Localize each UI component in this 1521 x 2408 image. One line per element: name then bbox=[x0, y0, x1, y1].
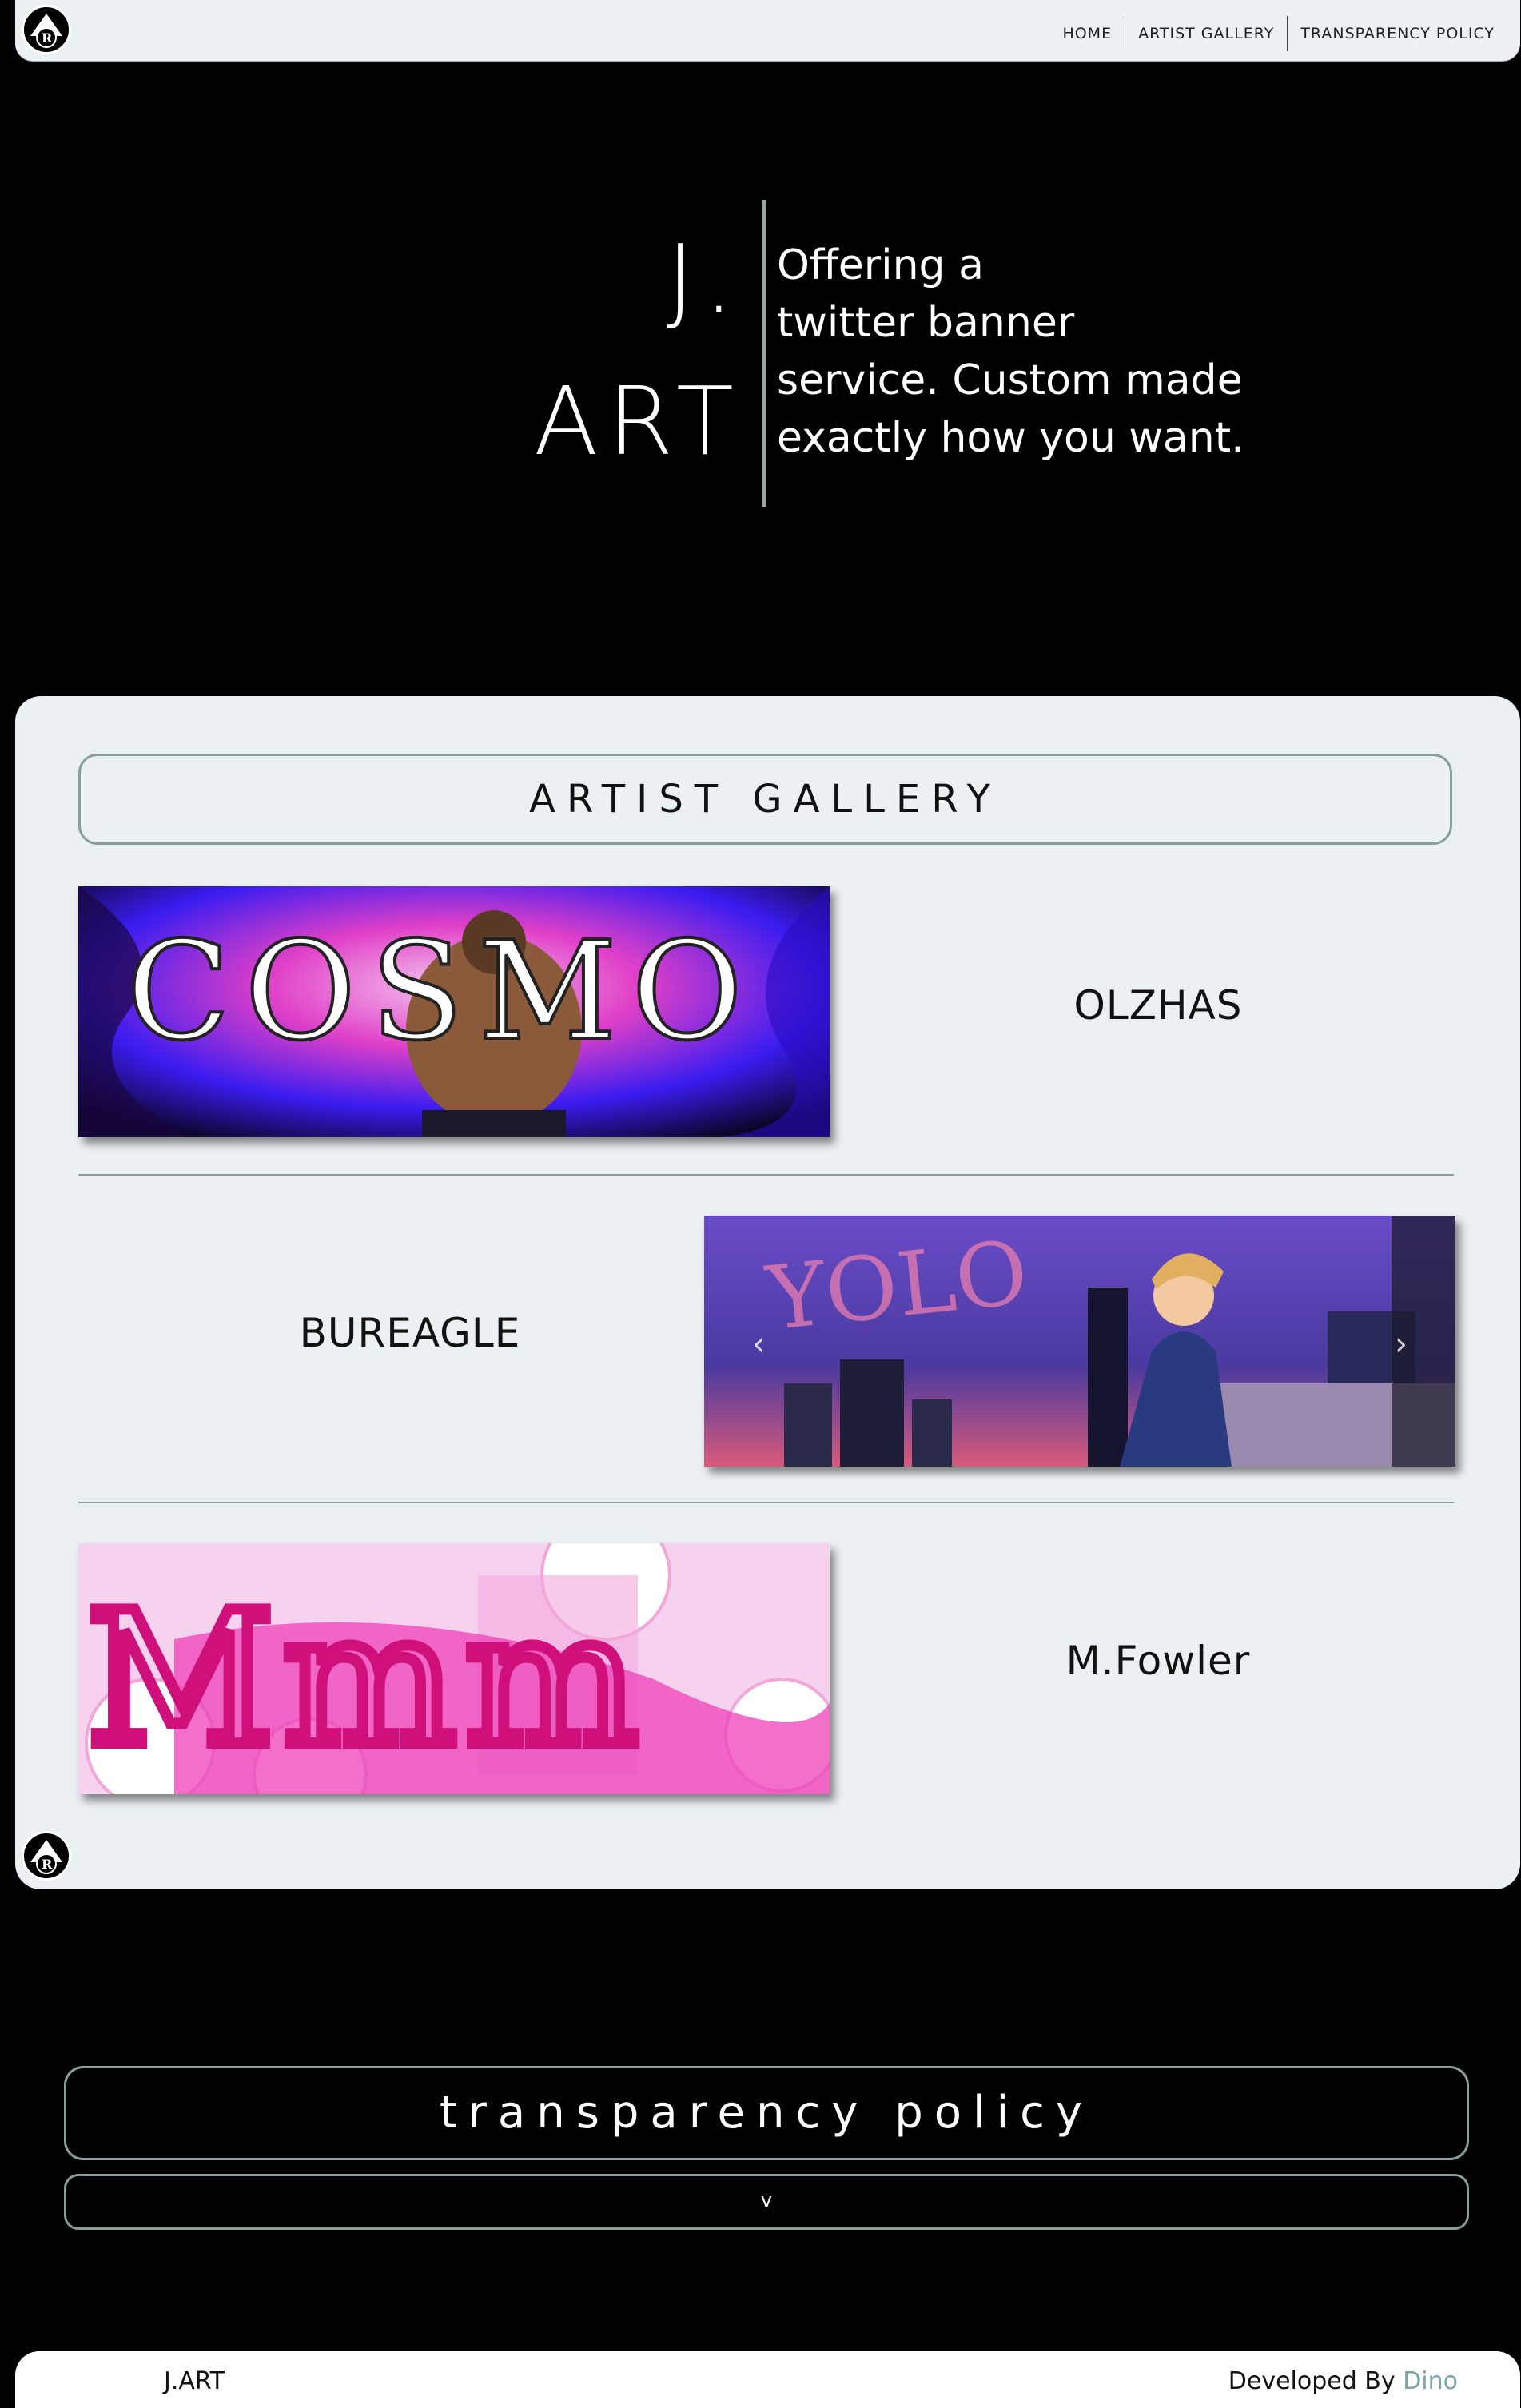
banner-carousel-yolo[interactable]: YOLO ‹ › bbox=[704, 1216, 1455, 1467]
artist-name-bureagle: BUREAGLE bbox=[299, 1310, 521, 1356]
row-divider bbox=[78, 1502, 1454, 1503]
footer-brand[interactable]: J.ART bbox=[164, 2367, 225, 2395]
artist-name-olzhas: OLZHAS bbox=[1073, 982, 1243, 1029]
hero-title: J. ART bbox=[464, 208, 743, 492]
artist-gallery-section: ARTIST GALLERY COSMO OLZHAS BUREAGLE YOL… bbox=[15, 696, 1520, 1889]
footer-credit-label: Developed By bbox=[1228, 2367, 1404, 2395]
banner-text: COSMO bbox=[126, 913, 757, 1071]
hero-title-line1: J. bbox=[666, 224, 743, 334]
jr-logo-icon[interactable]: R bbox=[22, 5, 71, 54]
svg-text:R: R bbox=[42, 30, 53, 46]
hero-tagline: Offering a twitter banner service. Custo… bbox=[777, 237, 1272, 467]
nav-link-home[interactable]: HOME bbox=[1049, 25, 1125, 42]
tagline-line: twitter banner bbox=[777, 299, 1075, 347]
carousel-next-icon[interactable]: › bbox=[1395, 1326, 1408, 1363]
hero-divider bbox=[762, 200, 766, 507]
tagline-line: service. Custom made bbox=[777, 356, 1243, 404]
row-divider bbox=[78, 1174, 1454, 1176]
jr-logo-icon[interactable]: R bbox=[22, 1831, 71, 1881]
artist-name-m-fowler: M.Fowler bbox=[1065, 1638, 1251, 1684]
hero-title-line2: ART bbox=[533, 366, 743, 476]
navbar: R HOME ARTIST GALLERY TRANSPARENCY POLIC… bbox=[15, 0, 1520, 61]
svg-text:R: R bbox=[42, 1857, 53, 1872]
banner-image-cosmo[interactable]: COSMO bbox=[78, 886, 830, 1137]
developer-link[interactable]: Dino bbox=[1403, 2367, 1458, 2395]
tagline-line: exactly how you want. bbox=[777, 414, 1244, 462]
banner-image-mmm[interactable]: Mmm bbox=[78, 1543, 830, 1794]
nav-link-artist-gallery[interactable]: ARTIST GALLERY bbox=[1125, 25, 1287, 42]
footer: J.ART Developed By Dino bbox=[15, 2351, 1520, 2408]
gallery-title: ARTIST GALLERY bbox=[78, 754, 1452, 845]
transparency-policy-button[interactable]: transparency policy bbox=[64, 2066, 1469, 2160]
banner-text: Mmm bbox=[86, 1574, 647, 1787]
policy-toggle[interactable]: v bbox=[64, 2174, 1469, 2230]
carousel-prev-icon[interactable]: ‹ bbox=[752, 1326, 765, 1363]
footer-credit: Developed By Dino bbox=[1228, 2367, 1458, 2395]
nav-links: HOME ARTIST GALLERY TRANSPARENCY POLICY bbox=[1049, 16, 1507, 51]
nav-link-transparency-policy[interactable]: TRANSPARENCY POLICY bbox=[1288, 25, 1507, 42]
chevron-down-icon: v bbox=[760, 2189, 773, 2211]
tagline-line: Offering a bbox=[777, 241, 984, 289]
